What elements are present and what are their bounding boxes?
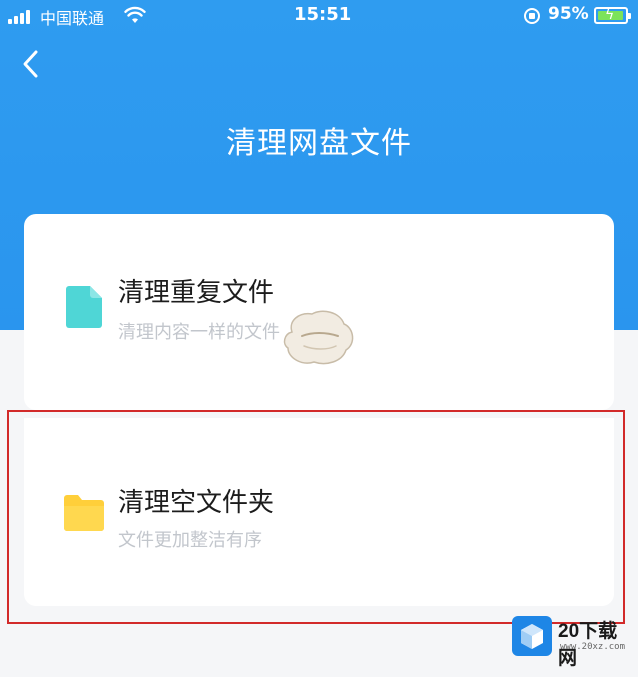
- clean-empty-folders-card[interactable]: 清理空文件夹 文件更加整洁有序: [24, 418, 614, 606]
- watermark-logo-icon: [512, 616, 552, 656]
- document-icon: [66, 286, 102, 328]
- wifi-icon: [124, 6, 146, 23]
- option-subtitle: 清理内容一样的文件: [118, 322, 280, 343]
- folder-icon: [64, 495, 104, 531]
- option-title: 清理空文件夹: [118, 488, 275, 518]
- back-button[interactable]: [16, 46, 48, 82]
- carrier-name: 中国联通: [40, 9, 105, 28]
- chevron-left-icon: [23, 50, 38, 78]
- option-title: 清理重复文件: [118, 278, 275, 308]
- battery-icon: ϟ: [594, 7, 631, 24]
- rotation-lock-icon: [524, 8, 540, 24]
- signal-icon: [8, 10, 36, 24]
- site-watermark: 20下载网 www.20xz.com: [510, 612, 634, 669]
- watermark-url: www.20xz.com: [560, 642, 626, 652]
- status-bar: 中国联通 15:51 95% ϟ: [0, 0, 638, 32]
- status-time: 15:51: [294, 4, 352, 25]
- tap-cursor-icon: [283, 310, 354, 365]
- page-title: 清理网盘文件: [226, 126, 412, 161]
- option-subtitle: 文件更加整洁有序: [118, 530, 262, 551]
- battery-percent: 95%: [548, 4, 589, 24]
